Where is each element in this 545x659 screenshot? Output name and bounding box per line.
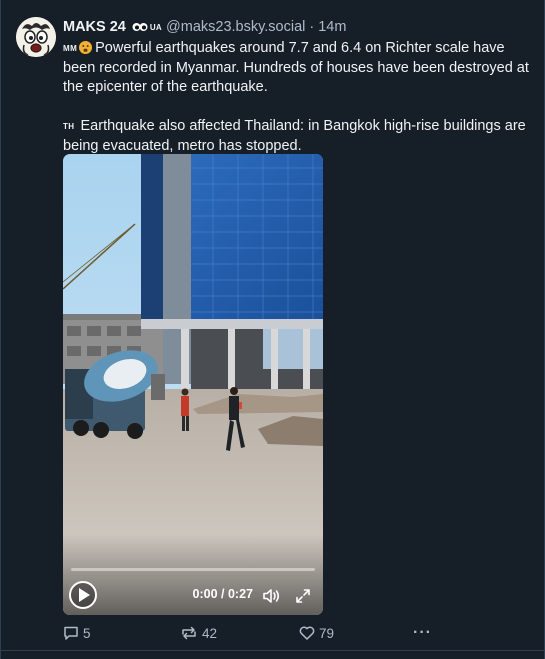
heart-icon [299,626,315,640]
cartoon-face-avatar-icon [16,17,56,57]
author-avatar[interactable] [16,17,56,57]
video-scrubber[interactable] [71,568,315,571]
video-player[interactable]: 0:00 / 0:27 [63,154,323,615]
fullscreen-icon[interactable] [295,588,311,604]
separator-dot: · [309,19,315,35]
volume-icon[interactable] [262,588,280,604]
anxious-face-emoji-icon [79,41,93,54]
flag-mm: MM [63,44,78,53]
like-count: 79 [319,625,335,641]
video-controls: 0:00 / 0:27 [63,555,323,615]
post-actions: 5 42 79 ··· [63,623,443,643]
video-frame [63,154,323,615]
repost-icon [182,626,196,640]
like-button[interactable]: 79 [299,623,334,643]
video-timecode: 0:00 / 0:27 [192,587,253,601]
flag-th: TH [63,122,75,131]
author-name[interactable]: MAKS 24 [63,19,126,35]
post-text-thailand: Earthquake also affected Thailand: in Ba… [63,118,526,154]
post-card[interactable]: MAKS 24 UA @maks23.bsky.social · 14m MM P… [0,0,545,659]
more-icon[interactable]: ··· [413,623,432,643]
post-header: MAKS 24 UA @maks23.bsky.social · 14m [63,18,346,36]
post-paragraph-myanmar: MM Powerful earthquakes around 7.7 and 6.… [63,39,531,98]
eyes-icon [132,23,148,31]
post-timestamp[interactable]: 14m [318,19,346,35]
author-handle[interactable]: @maks23.bsky.social [166,19,305,35]
repost-count: 42 [202,625,218,641]
post-text: MM Powerful earthquakes around 7.7 and 6.… [63,39,531,156]
reply-count: 5 [83,625,91,641]
more-label: ··· [413,624,432,641]
play-icon[interactable] [69,581,97,609]
author-badge-code: UA [149,22,163,32]
post-paragraph-thailand: TH Earthquake also affected Thailand: in… [63,117,531,156]
reply-icon [64,626,78,640]
reply-button[interactable]: 5 [63,623,91,643]
repost-button[interactable]: 42 [180,623,217,643]
post-text-myanmar: Powerful earthquakes around 7.7 and 6.4 … [63,40,529,95]
divider [1,650,544,651]
